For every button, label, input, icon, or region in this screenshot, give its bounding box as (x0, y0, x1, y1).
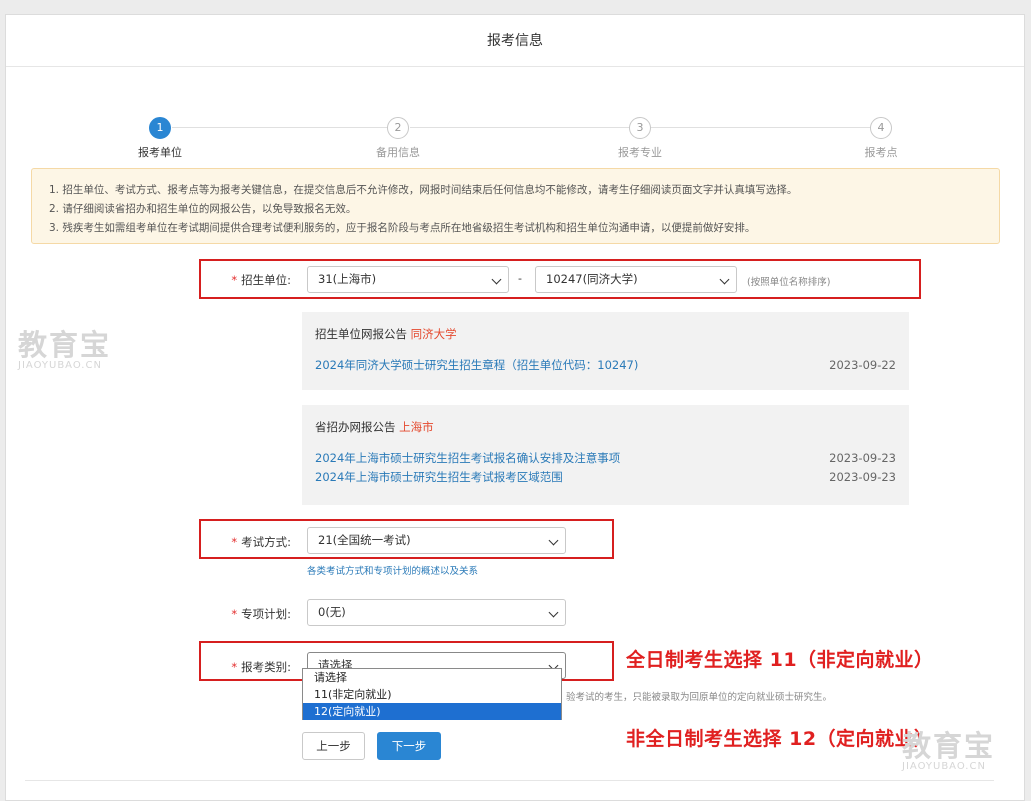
step-3: 3 报考专业 (580, 117, 700, 160)
dropdown-option[interactable]: 11(非定向就业) (303, 686, 561, 703)
unit-hint: (按照单位名称排序) (747, 277, 831, 288)
chevron-down-icon (719, 274, 730, 285)
parttime-annotation: 非全日制考生选择 12（定向就业） (626, 728, 934, 750)
step-number: 1 (149, 117, 171, 139)
required-mark: * (231, 535, 238, 549)
announcement-heading: 省招办网报公告 上海市 (315, 419, 896, 435)
next-button[interactable]: 下一步 (377, 732, 441, 760)
announcement-date: 2023-09-23 (829, 470, 896, 484)
category-label-text: 报考类别: (241, 660, 291, 674)
province-announcement-panel: 省招办网报公告 上海市 2024年上海市硕士研究生招生考试报名确认安排及注意事项… (302, 405, 909, 505)
notice-line: 2. 请仔细阅读省招办和招生单位的网报公告，以免导致报名无效。 (49, 203, 357, 215)
announcement-link[interactable]: 2024年上海市硕士研究生招生考试报名确认安排及注意事项 (315, 451, 620, 465)
step-label: 备用信息 (376, 146, 420, 159)
exam-mode-select[interactable]: 21(全国统一考试) (307, 527, 566, 554)
step-number: 4 (870, 117, 892, 139)
dropdown-option-selected[interactable]: 12(定向就业) (303, 703, 561, 720)
step-label: 报考点 (864, 146, 898, 159)
watermark-text: 教育宝 (18, 328, 112, 362)
chevron-down-icon (491, 274, 502, 285)
step-number: 3 (629, 117, 651, 139)
exam-label: * 考试方式: (213, 534, 291, 550)
divider (25, 780, 994, 781)
announcement-heading-highlight: 同济大学 (410, 327, 457, 341)
announcement-heading-text: 招生单位网报公告 (315, 327, 407, 341)
watermark-domain: JIAOYUBAO.CN (902, 761, 986, 772)
announcement-heading-highlight: 上海市 (399, 420, 434, 434)
required-mark: * (231, 607, 238, 621)
watermark-domain: JIAOYUBAO.CN (18, 360, 102, 371)
exam-mode-value: 21(全国统一考试) (318, 533, 411, 547)
notice-box: 1. 招生单位、考试方式、报考点等为报考关键信息，在提交信息后不允许修改，网报时… (31, 168, 1000, 244)
announcement-link[interactable]: 2024年同济大学硕士研究生招生章程（招生单位代码：10247) (315, 358, 638, 372)
prev-button[interactable]: 上一步 (302, 732, 365, 760)
announcement-link[interactable]: 2024年上海市硕士研究生招生考试报考区域范围 (315, 470, 563, 484)
unit-label-text: 招生单位: (241, 273, 291, 287)
fulltime-annotation: 全日制考生选择 11（非定向就业） (626, 649, 934, 671)
category-hint: 验考试的考生，只能被录取为回原单位的定向就业硕士研究生。 (566, 692, 833, 703)
category-dropdown: 请选择 11(非定向就业) 12(定向就业) (302, 668, 562, 720)
chevron-down-icon (548, 607, 559, 618)
announcement-item[interactable]: 2024年上海市硕士研究生招生考试报名确认安排及注意事项 2023-09-23 (315, 449, 896, 468)
special-plan-select[interactable]: 0(无) (307, 599, 566, 626)
province-select[interactable]: 31(上海市) (307, 266, 509, 293)
special-plan-value: 0(无) (318, 605, 346, 619)
step-2: 2 备用信息 (338, 117, 458, 160)
announcement-item[interactable]: 2024年上海市硕士研究生招生考试报考区域范围 2023-09-23 (315, 468, 896, 487)
notice-line: 3. 残疾考生如需组考单位在考试期间提供合理考试便利服务的，应于报名阶段与考点所… (49, 222, 756, 234)
category-label: * 报考类别: (213, 659, 291, 675)
required-mark: * (231, 660, 238, 674)
step-1: 1 报考单位 (100, 117, 220, 160)
dropdown-option[interactable]: 请选择 (303, 669, 561, 686)
separator: - (518, 272, 522, 285)
announcement-date: 2023-09-22 (829, 358, 896, 372)
required-mark: * (231, 273, 238, 287)
announcement-heading: 招生单位网报公告 同济大学 (315, 326, 896, 342)
exam-label-text: 考试方式: (241, 535, 291, 549)
watermark-logo: 教育宝 JIAOYUBAO.CN (18, 330, 111, 371)
step-label: 报考专业 (618, 146, 662, 159)
announcement-heading-text: 省招办网报公告 (315, 420, 396, 434)
exam-overview-link[interactable]: 各类考试方式和专项计划的概述以及关系 (307, 563, 478, 577)
special-plan-label-text: 专项计划: (241, 607, 291, 621)
step-number: 2 (387, 117, 409, 139)
page-title: 报考信息 (6, 15, 1024, 67)
unit-label: * 招生单位: (213, 272, 291, 288)
step-indicator: 1 报考单位 2 备用信息 3 报考专业 4 报考点 (6, 117, 1024, 167)
announcement-date: 2023-09-23 (829, 451, 896, 465)
watermark-text: 教育宝 (902, 729, 996, 763)
step-label: 报考单位 (138, 146, 182, 159)
watermark-logo: 教育宝 JIAOYUBAO.CN (902, 731, 995, 772)
step-4: 4 报考点 (821, 117, 941, 160)
province-select-value: 31(上海市) (318, 272, 377, 286)
special-plan-label: * 专项计划: (213, 606, 291, 622)
chevron-down-icon (548, 535, 559, 546)
school-select[interactable]: 10247(同济大学) (535, 266, 737, 293)
announcement-item[interactable]: 2024年同济大学硕士研究生招生章程（招生单位代码：10247) 2023-09… (315, 356, 896, 375)
school-select-value: 10247(同济大学) (546, 272, 638, 286)
notice-line: 1. 招生单位、考试方式、报考点等为报考关键信息，在提交信息后不允许修改，网报时… (49, 184, 798, 196)
school-announcement-panel: 招生单位网报公告 同济大学 2024年同济大学硕士研究生招生章程（招生单位代码：… (302, 312, 909, 390)
